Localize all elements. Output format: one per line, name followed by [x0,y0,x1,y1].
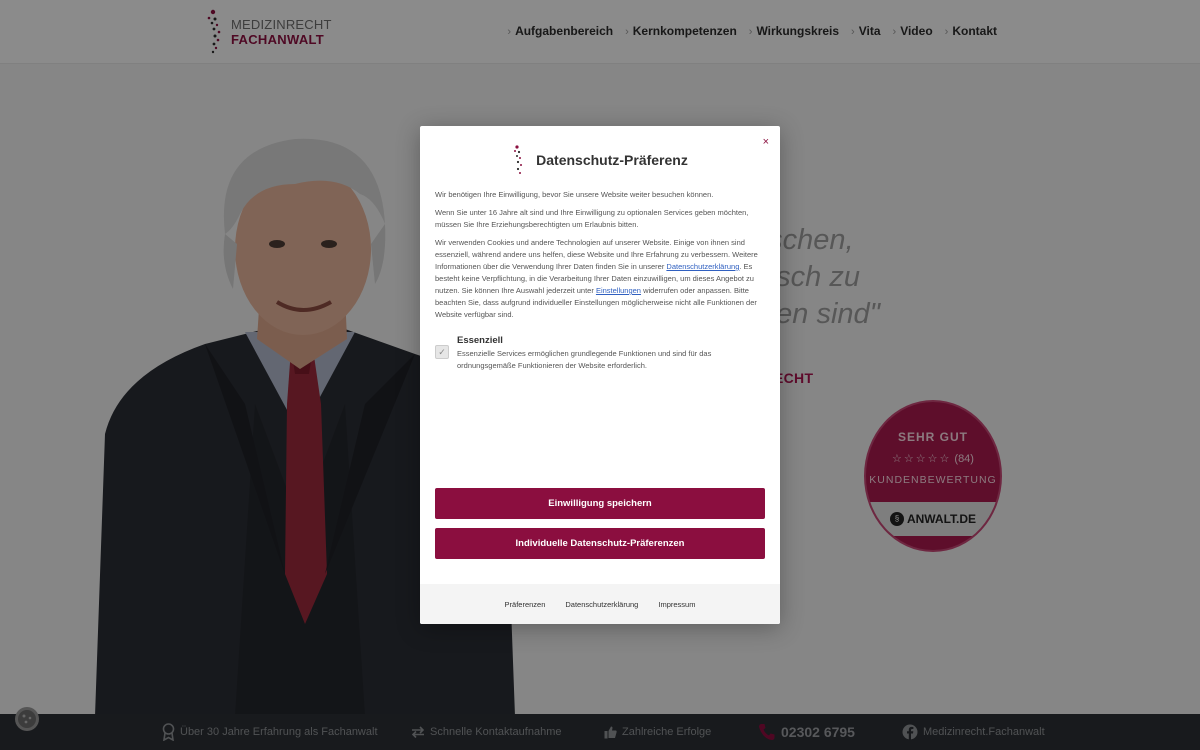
privacy-policy-footer-link[interactable]: Datenschutzerklärung [565,600,638,609]
imprint-link[interactable]: Impressum [658,600,695,609]
age-paragraph: Wenn Sie unter 16 Jahre alt sind und Ihr… [435,208,749,229]
essential-description: Essenzielle Services ermöglichen grundle… [457,349,712,370]
settings-link[interactable]: Einstellungen [596,286,641,295]
dialog-title: Datenschutz-Präferenz [536,152,688,168]
cookies-paragraph: Wir verwenden Cookies und andere Technol… [435,237,765,321]
preferences-link[interactable]: Präferenzen [505,600,546,609]
essential-option: ✓ Essenziell Essenzielle Services ermögl… [435,335,765,372]
logo-figure-icon [514,145,523,174]
privacy-consent-dialog: × Datenschutz-Präferenz Wir benötigen Ih… [420,126,780,624]
privacy-policy-link[interactable]: Datenschutzerklärung [666,262,739,271]
save-consent-button[interactable]: Einwilligung speichern [435,488,765,519]
dialog-header: Datenschutz-Präferenz [420,144,780,176]
essential-checkbox[interactable]: ✓ [435,345,449,359]
individual-preferences-button[interactable]: Individuelle Datenschutz-Präferenzen [435,528,765,559]
essential-title: Essenziell [457,335,503,346]
consent-paragraph: Wir benötigen Ihre Einwilligung, bevor S… [435,190,714,199]
privacy-settings-icon[interactable] [12,704,42,734]
dialog-body: Wir benötigen Ihre Einwilligung, bevor S… [435,189,765,327]
dialog-footer: Präferenzen Datenschutzerklärung Impress… [420,584,780,624]
